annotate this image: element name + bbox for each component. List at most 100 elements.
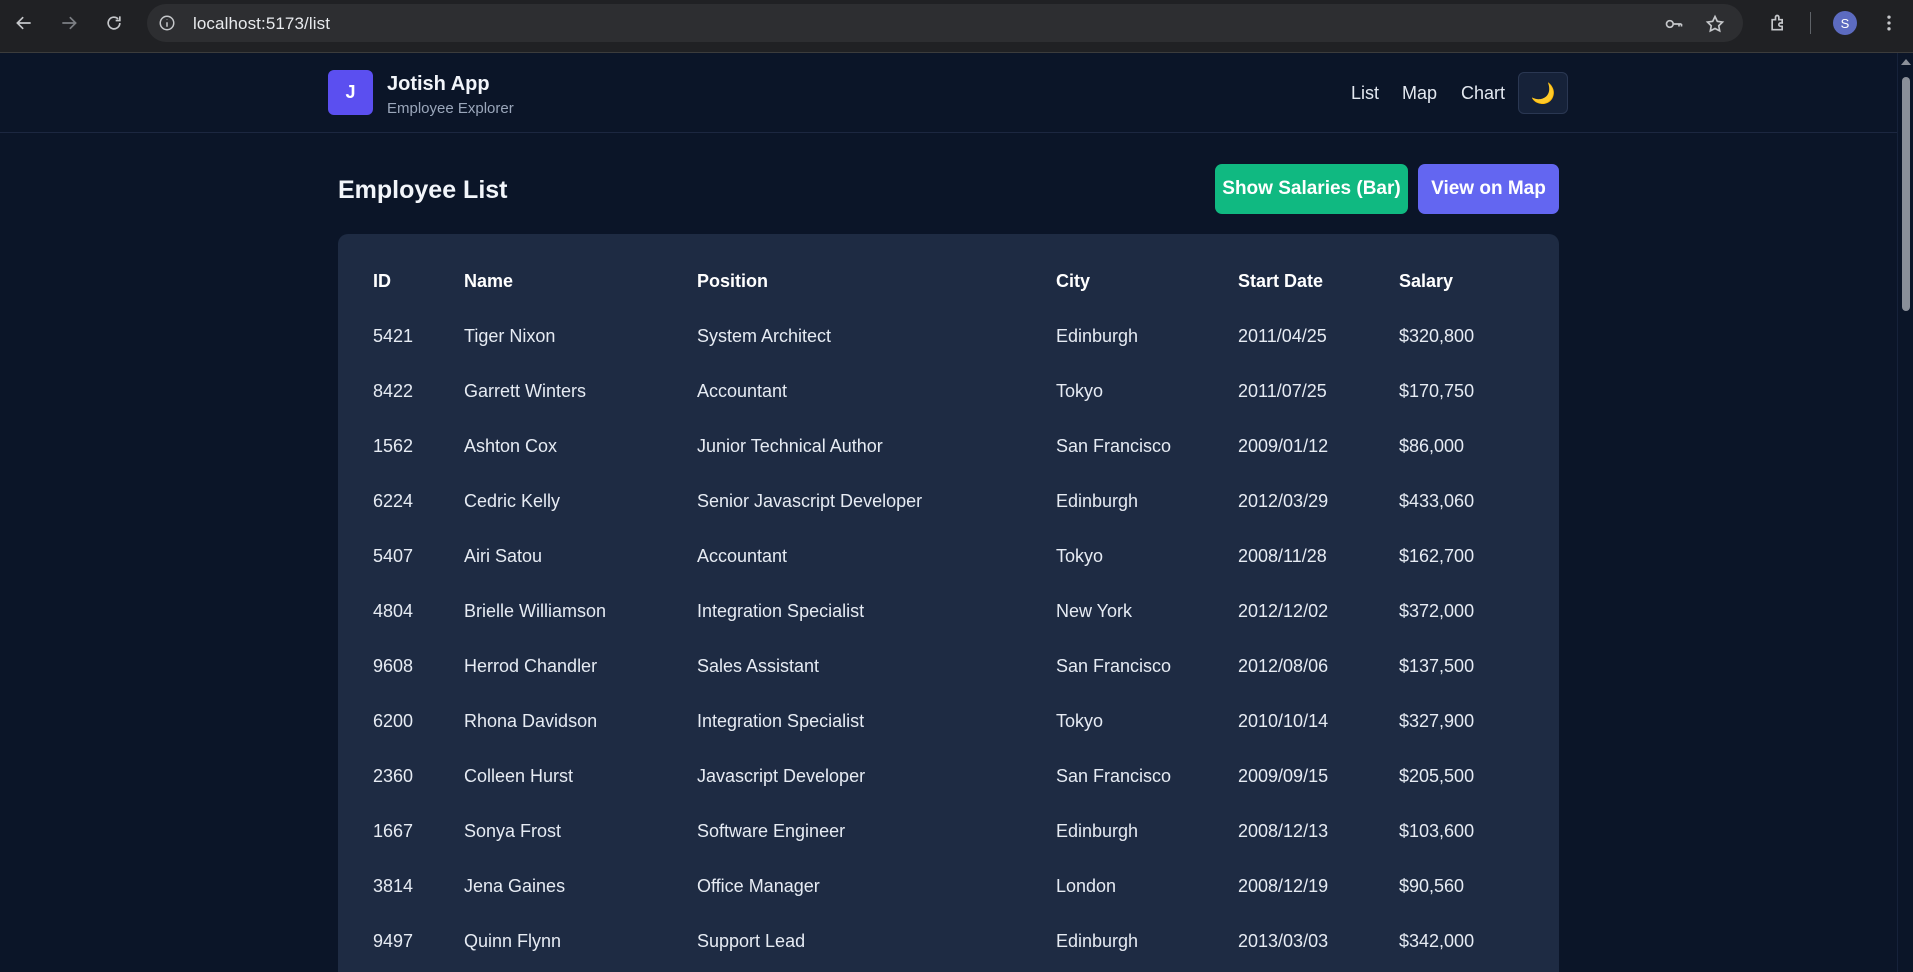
- table-row[interactable]: 6224 Cedric Kelly Senior Javascript Develo…: [338, 474, 1559, 529]
- cell-city: San Francisco: [1056, 766, 1172, 786]
- show-salaries-button[interactable]: Show Salaries (Bar): [1215, 164, 1408, 214]
- table-row[interactable]: 4804 Brielle Williamson Integration Specia…: [338, 584, 1559, 639]
- cell-city: Edinburgh: [1056, 821, 1139, 841]
- app-header: J Jotish App Employee Explorer List Map …: [0, 53, 1897, 133]
- cell-city: Edinburgh: [1056, 491, 1139, 511]
- scroll-up-arrow-icon[interactable]: [1901, 59, 1911, 65]
- address-bar[interactable]: localhost:5173/list: [147, 4, 1743, 42]
- cell-position: Integration Specialist: [697, 601, 865, 621]
- cell-id: 5407: [373, 546, 414, 566]
- cell-start-date: 2011/07/25: [1238, 381, 1327, 401]
- forward-arrow-icon[interactable]: [55, 9, 83, 37]
- table-row[interactable]: 1667 Sonya Frost Software Engineer Edinburg…: [338, 804, 1559, 859]
- toolbar-divider: [1810, 12, 1811, 34]
- reload-icon[interactable]: [100, 9, 128, 37]
- cell-position: Office Manager: [697, 876, 820, 896]
- table-row[interactable]: 5421 Tiger Nixon System Architect Edinburgh…: [338, 309, 1559, 364]
- cell-id: 4804: [373, 601, 414, 621]
- more-menu-icon[interactable]: [1876, 10, 1902, 36]
- back-arrow-icon[interactable]: [10, 9, 38, 37]
- view-on-map-button[interactable]: View on Map: [1418, 164, 1559, 214]
- profile-avatar[interactable]: S: [1833, 11, 1857, 35]
- cell-salary: $205,500: [1399, 766, 1475, 786]
- page-scrollbar[interactable]: [1897, 53, 1913, 972]
- bookmark-star-icon[interactable]: [1704, 13, 1726, 35]
- cell-city: New York: [1056, 601, 1133, 621]
- theme-toggle-button[interactable]: 🌙: [1518, 72, 1568, 114]
- cell-position: Integration Specialist: [697, 711, 865, 731]
- cell-name: Rhona Davidson: [464, 711, 598, 731]
- cell-city: San Francisco: [1056, 656, 1172, 676]
- cell-name: Herrod Chandler: [464, 656, 598, 676]
- cell-id: 8422: [373, 381, 414, 401]
- cell-salary: $162,700: [1399, 546, 1475, 566]
- header-id[interactable]: ID: [373, 254, 391, 309]
- cell-start-date: 2010/10/14: [1238, 711, 1329, 731]
- cell-name: Jena Gaines: [464, 876, 566, 896]
- table-row[interactable]: 6200 Rhona Davidson Integration Specialist…: [338, 694, 1559, 749]
- nav-link-map[interactable]: Map: [1402, 83, 1437, 104]
- cell-start-date: 2013/03/03: [1238, 931, 1329, 951]
- cell-position: Accountant: [697, 381, 788, 401]
- table-row[interactable]: 1562 Ashton Cox Junior Technical Author San…: [338, 419, 1559, 474]
- table-row[interactable]: 5407 Airi Satou Accountant Tokyo 2008/11/28 $…: [338, 529, 1559, 584]
- cell-name: Quinn Flynn: [464, 931, 562, 951]
- scroll-thumb[interactable]: [1902, 77, 1910, 311]
- cell-name: Cedric Kelly: [464, 491, 561, 511]
- cell-id: 9608: [373, 656, 414, 676]
- cell-salary: $342,000: [1399, 931, 1475, 951]
- cell-id: 6200: [373, 711, 414, 731]
- site-info-icon[interactable]: [157, 13, 177, 33]
- url-text[interactable]: localhost:5173/list: [193, 14, 330, 34]
- cell-start-date: 2008/12/19: [1238, 876, 1329, 896]
- table-row[interactable]: 9497 Quinn Flynn Support Lead Edinburgh 2013…: [338, 914, 1559, 969]
- cell-position: Software Engineer: [697, 821, 846, 841]
- cell-start-date: 2008/12/13: [1238, 821, 1329, 841]
- page-title: Employee List: [338, 176, 508, 204]
- app-subtitle: Employee Explorer: [387, 100, 514, 117]
- cell-name: Ashton Cox: [464, 436, 558, 456]
- cell-city: Tokyo: [1056, 711, 1104, 731]
- nav-link-chart[interactable]: Chart: [1461, 83, 1505, 104]
- cell-id: 1667: [373, 821, 414, 841]
- cell-salary: $103,600: [1399, 821, 1475, 841]
- cell-salary: $320,800: [1399, 326, 1475, 346]
- cell-salary: $90,560: [1399, 876, 1465, 896]
- table-row[interactable]: 8422 Garrett Winters Accountant Tokyo 2011/0…: [338, 364, 1559, 419]
- header-salary[interactable]: Salary: [1399, 254, 1453, 309]
- key-icon[interactable]: [1663, 13, 1685, 35]
- cell-position: System Architect: [697, 326, 832, 346]
- header-position[interactable]: Position: [697, 254, 768, 309]
- cell-start-date: 2011/04/25: [1238, 326, 1327, 346]
- cell-city: Tokyo: [1056, 381, 1104, 401]
- cell-position: Senior Javascript Developer: [697, 491, 923, 511]
- table-row[interactable]: 3814 Jena Gaines Office Manager London 2008/…: [338, 859, 1559, 914]
- cell-name: Brielle Williamson: [464, 601, 607, 621]
- header-start-date[interactable]: Start Date: [1238, 254, 1323, 309]
- cell-start-date: 2009/01/12: [1238, 436, 1329, 456]
- cell-position: Junior Technical Author: [697, 436, 883, 456]
- cell-start-date: 2009/09/15: [1238, 766, 1329, 786]
- moon-icon: 🌙: [1530, 82, 1556, 105]
- cell-position: Javascript Developer: [697, 766, 866, 786]
- table-row[interactable]: 2360 Colleen Hurst Javascript Developer San…: [338, 749, 1559, 804]
- cell-salary: $137,500: [1399, 656, 1475, 676]
- table-header-row: ID Name Position City Start Date Salary: [338, 254, 1559, 309]
- cell-name: Sonya Frost: [464, 821, 562, 841]
- cell-start-date: 2012/03/29: [1238, 491, 1329, 511]
- cell-position: Sales Assistant: [697, 656, 820, 676]
- nav-link-list[interactable]: List: [1351, 83, 1379, 104]
- table-row[interactable]: 9608 Herrod Chandler Sales Assistant San Fr…: [338, 639, 1559, 694]
- app-title: Jotish App: [387, 73, 490, 95]
- app-logo: J: [328, 70, 373, 115]
- cell-start-date: 2012/08/06: [1238, 656, 1329, 676]
- header-name[interactable]: Name: [464, 254, 513, 309]
- employee-table: ID Name Position City Start Date Salary …: [338, 234, 1559, 972]
- cell-city: San Francisco: [1056, 436, 1172, 456]
- cell-name: Colleen Hurst: [464, 766, 574, 786]
- extensions-icon[interactable]: [1765, 10, 1791, 36]
- cell-position: Accountant: [697, 546, 788, 566]
- header-city[interactable]: City: [1056, 254, 1090, 309]
- cell-salary: $170,750: [1399, 381, 1475, 401]
- cell-start-date: 2008/11/28: [1238, 546, 1327, 566]
